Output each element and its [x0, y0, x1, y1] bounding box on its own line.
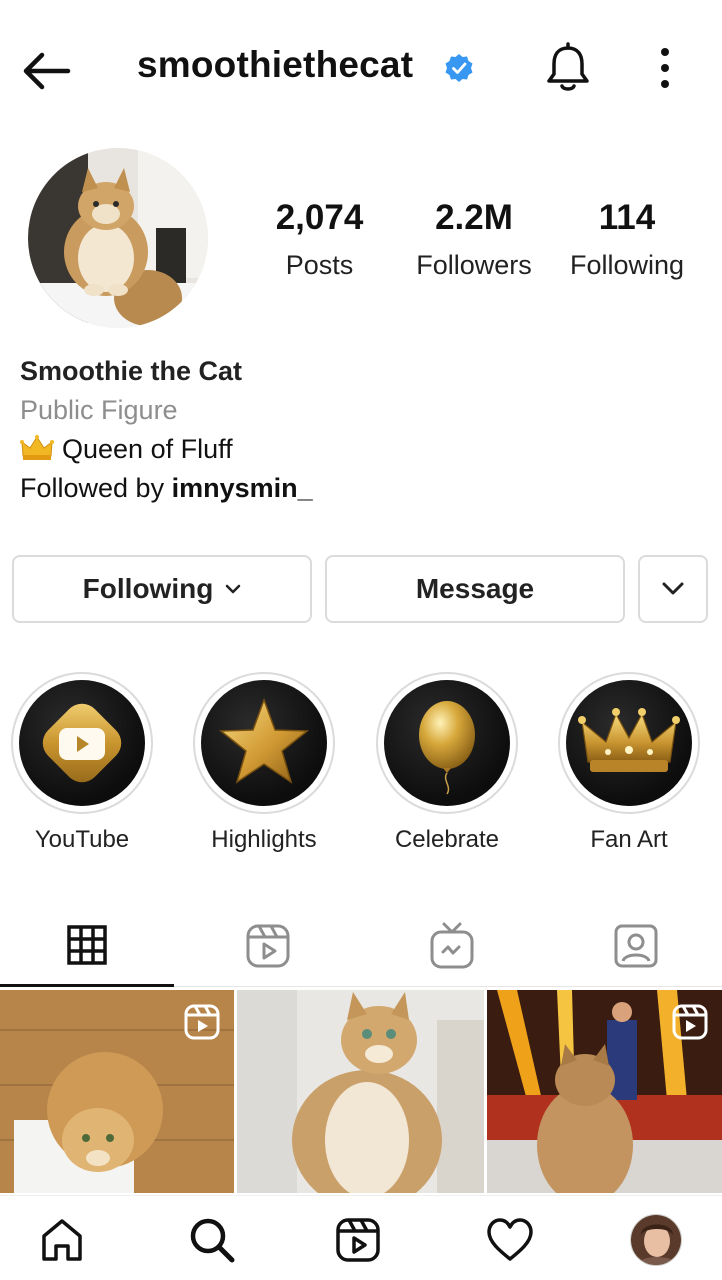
reel-badge-icon — [184, 1004, 220, 1040]
profile-display-name: Smoothie the Cat — [20, 356, 243, 386]
highlight-ring — [193, 672, 335, 814]
tab-igtv[interactable] — [362, 905, 542, 987]
search-icon — [190, 1218, 235, 1263]
crown-icon — [578, 708, 680, 772]
stat-label: Following — [569, 250, 685, 280]
nav-profile[interactable] — [628, 1212, 684, 1268]
reels-icon — [246, 924, 290, 968]
verified-badge-icon — [445, 54, 473, 82]
stat-value: 2.2M — [435, 198, 513, 237]
chevron-down-icon — [226, 584, 241, 594]
balloon-icon — [419, 701, 475, 795]
profile-header: smoothiethecat — [0, 0, 722, 135]
user-photo — [631, 1215, 681, 1265]
highlight-fan-art[interactable]: Fan Art — [558, 672, 700, 854]
followed-by[interactable]: Followed by imnysmin_ — [20, 469, 313, 508]
highlight-cover — [384, 680, 510, 806]
igtv-icon — [430, 922, 474, 969]
highlight-cover — [201, 680, 327, 806]
profile-category: Public Figure — [20, 395, 178, 425]
post-image — [237, 990, 484, 1193]
profile-username: smoothiethecat — [137, 44, 414, 85]
bell-icon[interactable] — [540, 42, 596, 94]
highlight-youtube[interactable]: YouTube — [11, 672, 153, 854]
cat-photo — [28, 148, 208, 328]
crown-emoji-icon — [20, 435, 54, 460]
reel-badge-icon — [672, 1004, 708, 1040]
nav-activity[interactable] — [482, 1212, 538, 1268]
home-icon — [42, 1219, 82, 1261]
highlight-cover — [19, 680, 145, 806]
reels-icon — [336, 1218, 380, 1262]
followers-count[interactable]: 2.2M Followers — [408, 198, 540, 281]
nav-reels[interactable] — [330, 1212, 386, 1268]
heart-icon — [487, 1218, 533, 1261]
tab-tagged[interactable] — [546, 905, 722, 987]
profile-bio: Smoothie the Cat Public Figure Queen of … — [20, 352, 313, 508]
bio-line: Queen of Fluff — [20, 430, 313, 469]
highlight-cover — [566, 680, 692, 806]
stat-value: 114 — [598, 198, 656, 237]
following-button[interactable]: Following — [12, 555, 312, 623]
stat-label: Posts — [285, 250, 354, 280]
nav-home[interactable] — [34, 1212, 90, 1268]
tagged-icon — [614, 924, 658, 968]
message-button[interactable]: Message — [325, 555, 625, 623]
highlight-highlights[interactable]: Highlights — [193, 672, 335, 854]
stat-label: Followers — [416, 250, 532, 280]
highlight-ring — [558, 672, 700, 814]
tab-reels[interactable] — [178, 905, 358, 987]
profile-tabs — [0, 905, 722, 987]
followed-by-prefix: Followed by — [20, 473, 165, 503]
arrow-left-icon[interactable] — [18, 46, 74, 96]
posts-count: 2,074 Posts — [262, 198, 377, 281]
following-count[interactable]: 114 Following — [562, 198, 692, 281]
highlight-label: Fan Art — [590, 826, 668, 853]
tab-posts-grid[interactable] — [0, 905, 174, 987]
message-button-label: Message — [415, 573, 535, 604]
followed-by-user[interactable]: imnysmin_ — [172, 473, 313, 503]
youtube-icon — [42, 703, 122, 783]
highlight-ring — [11, 672, 153, 814]
highlight-ring — [376, 672, 518, 814]
chevron-down-icon — [662, 582, 684, 595]
post-thumbnail[interactable] — [0, 990, 234, 1193]
following-button-label: Following — [82, 573, 214, 604]
post-thumbnail[interactable] — [487, 990, 722, 1193]
highlight-label: Highlights — [211, 826, 317, 853]
post-thumbnail[interactable] — [237, 990, 484, 1193]
suggested-accounts-button[interactable] — [638, 555, 708, 623]
star-icon — [218, 697, 310, 784]
profile-avatar — [630, 1214, 682, 1266]
highlight-label: Celebrate — [394, 826, 500, 853]
highlight-celebrate[interactable]: Celebrate — [376, 672, 518, 854]
profile-avatar[interactable] — [28, 148, 208, 328]
bottom-navigation — [0, 1195, 722, 1280]
stat-value: 2,074 — [275, 198, 364, 237]
grid-icon — [67, 924, 107, 965]
more-vertical-icon[interactable] — [648, 44, 682, 92]
nav-search[interactable] — [184, 1212, 240, 1268]
bio-text: Queen of Fluff — [62, 434, 233, 464]
highlight-label: YouTube — [34, 826, 130, 853]
